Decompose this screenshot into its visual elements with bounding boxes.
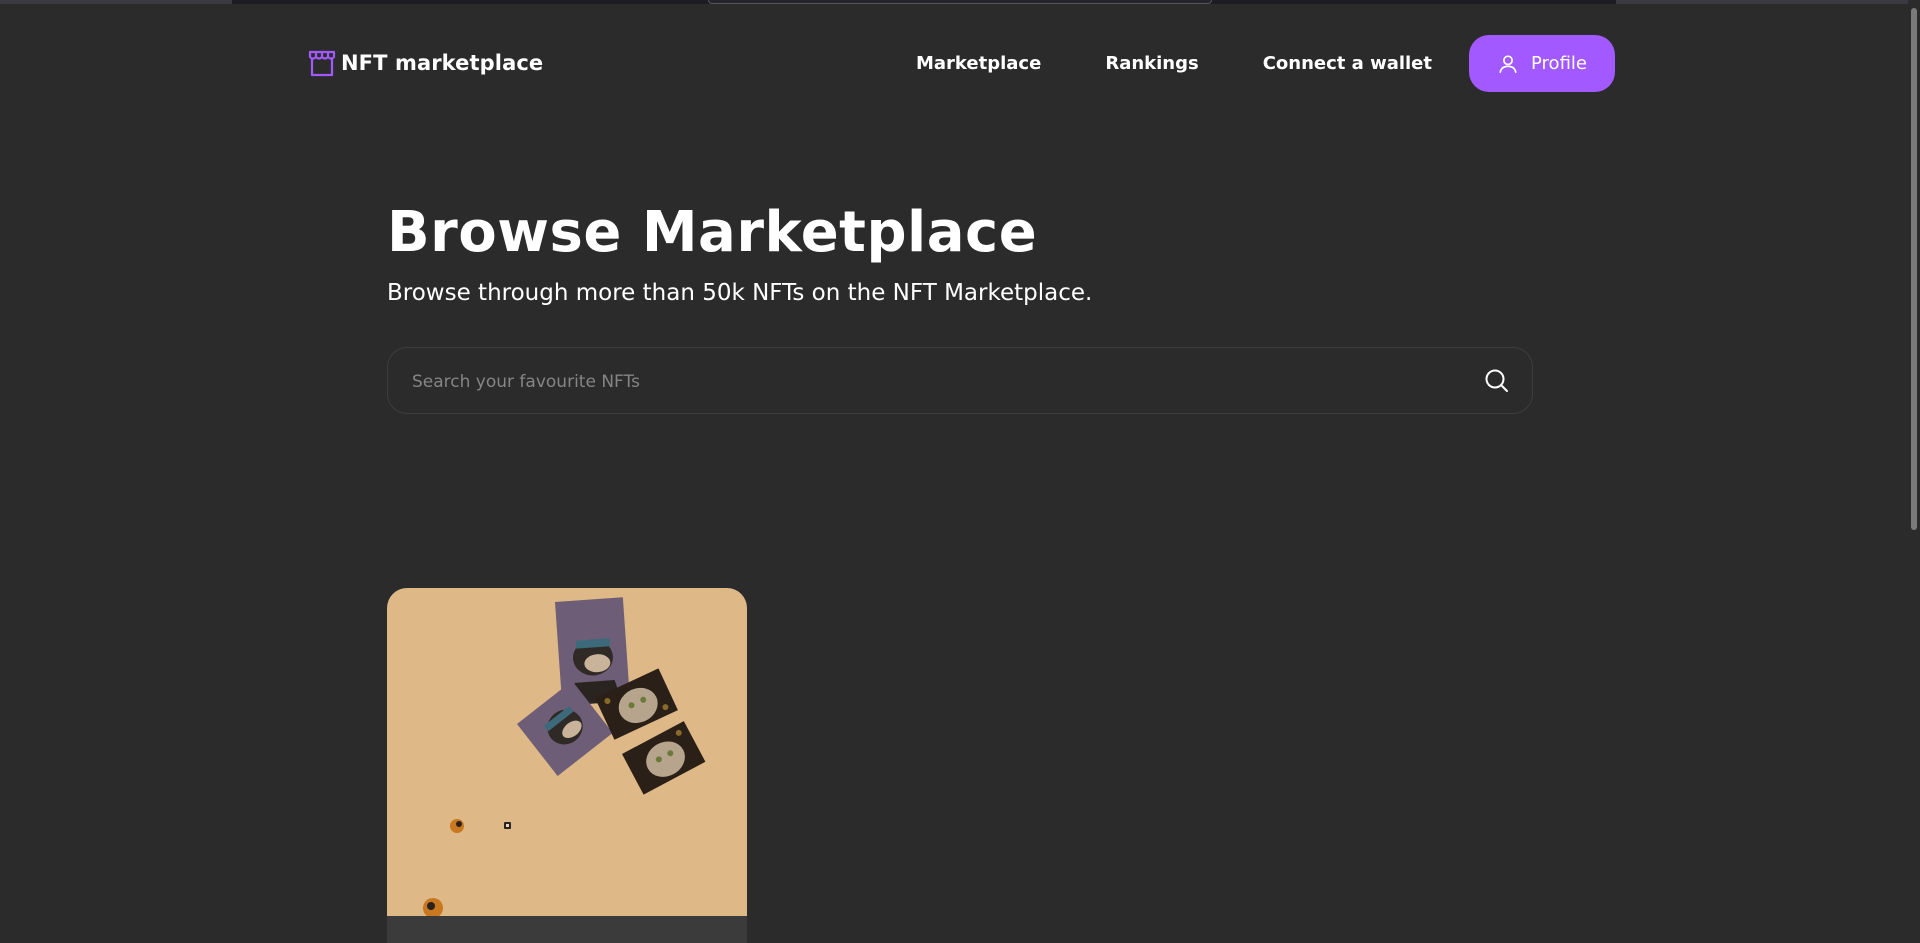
page-title: Browse Marketplace bbox=[387, 200, 1038, 265]
page-scrollbar[interactable] bbox=[1908, 0, 1920, 943]
main-nav: Marketplace Rankings Connect a wallet Pr… bbox=[884, 35, 1615, 92]
scrollbar-thumb[interactable] bbox=[1911, 8, 1917, 530]
search-icon[interactable] bbox=[1484, 368, 1510, 394]
profile-button-label: Profile bbox=[1531, 53, 1587, 74]
storefront-icon bbox=[308, 50, 336, 77]
site-logo[interactable]: NFT marketplace bbox=[307, 48, 543, 78]
page-subtitle: Browse through more than 50k NFTs on the… bbox=[387, 280, 1093, 306]
nav-link-connect-wallet[interactable]: Connect a wallet bbox=[1231, 35, 1464, 92]
nav-link-marketplace[interactable]: Marketplace bbox=[884, 35, 1073, 92]
nav-link-rankings[interactable]: Rankings bbox=[1073, 35, 1230, 92]
nft-card-image bbox=[387, 588, 747, 918]
nft-card[interactable] bbox=[387, 588, 747, 943]
nft-card-footer bbox=[387, 916, 747, 943]
site-header: NFT marketplace Marketplace Rankings Con… bbox=[0, 0, 1920, 120]
profile-button[interactable]: Profile bbox=[1469, 35, 1615, 92]
search-bar bbox=[387, 347, 1533, 415]
nft-collage-artwork bbox=[423, 597, 706, 918]
user-icon bbox=[1499, 54, 1517, 73]
search-input[interactable] bbox=[410, 348, 1454, 415]
site-logo-text: NFT marketplace bbox=[341, 51, 544, 75]
